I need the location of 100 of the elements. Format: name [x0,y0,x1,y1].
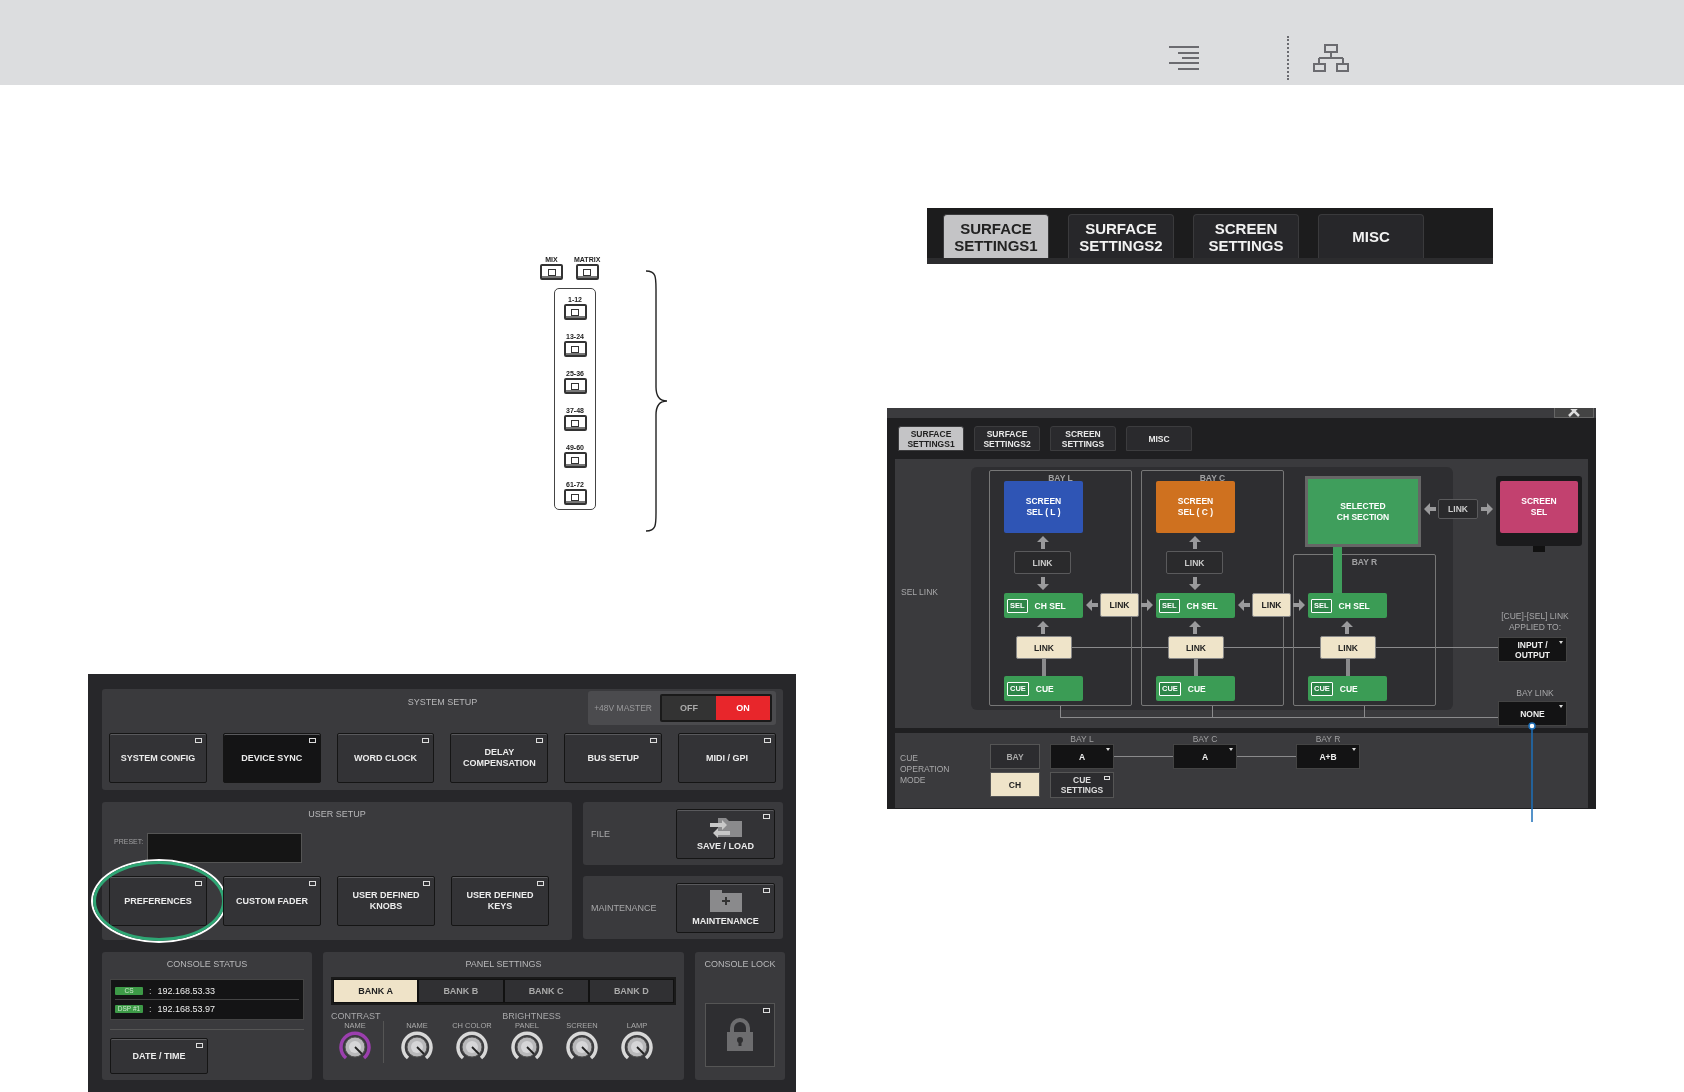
section-title: SYSTEM SETUP [407,697,478,707]
bay-title: BAY C [1198,473,1227,483]
bank-tab[interactable]: BANK D [588,979,674,1003]
key-switch-icon [563,415,587,431]
close-button[interactable] [1554,408,1594,418]
group-label: CONTRAST [331,1011,382,1021]
separator-text: : [149,1003,152,1014]
padlock-icon [726,1018,754,1052]
link-button[interactable]: LINK [1438,499,1478,519]
screen-sel-display: SCREEN SEL [1500,481,1578,533]
dropdown-label: [CUE]-[SEL] LINK APPLIED TO: [1500,611,1570,633]
setup-button[interactable]: WORD CLOCK [336,733,435,783]
setup-button[interactable]: DELAY COMPENSATION [450,733,549,783]
mode-button[interactable]: CH [990,772,1040,797]
maintenance-button[interactable]: MAINTENANCE [676,882,775,933]
key-switch-icon [563,489,587,505]
toggle-option[interactable]: ON [716,696,770,720]
setup-button[interactable]: PREFERENCES [109,876,207,926]
screen-sel-display: SCREEN SEL ( C ) [1156,481,1235,533]
settings-tab[interactable]: SURFACE SETTINGS1 [943,214,1049,258]
right-arrow-icon [1293,599,1305,611]
section-title: CONSOLE LOCK [704,959,776,969]
settings-tab[interactable]: SURFACE SETTINGS2 [974,426,1040,451]
cue-settings-button[interactable]: CUE SETTINGS [1050,772,1114,798]
key-switch-icon [540,264,563,280]
settings-tab[interactable]: SCREEN SETTINGS [1050,426,1116,451]
group-label: BRIGHTNESS [501,1011,562,1021]
section-label: MAINTENANCE [591,902,657,913]
section-label: CUE OPERATION MODE [899,752,951,787]
left-arrow-icon [1424,503,1436,515]
key-switch-icon [563,452,587,468]
settings-tab[interactable]: MISC [1126,426,1192,451]
close-icon [1568,409,1580,417]
settings-tab[interactable]: SURFACE SETTINGS1 [898,426,964,451]
key-switch-icon [563,341,587,357]
date-time-button[interactable]: DATE / TIME [110,1038,208,1074]
file-transfer-icon [707,815,744,838]
bay-title: BAY L [1047,473,1074,483]
align-right-icon[interactable] [1168,44,1200,71]
bank-tab[interactable]: BANK B [418,979,504,1003]
ip-address: 192.168.53.97 [157,1003,216,1014]
setup-button[interactable]: SYSTEM CONFIG [109,733,207,783]
key-switch-icon [563,378,587,394]
bank-tab[interactable]: BANK C [503,979,589,1003]
separator-text: : [149,985,152,996]
link-button[interactable]: LINK [1320,636,1376,659]
setup-button[interactable]: MIDI / GPI [678,733,776,783]
up-arrow-icon [1341,621,1353,634]
up-arrow-icon [1037,621,1049,634]
left-arrow-icon [1238,599,1250,611]
bank-tab[interactable]: BANK A [333,979,419,1003]
hierarchy-icon[interactable] [1313,43,1349,72]
mode-button[interactable]: BAY [990,744,1040,769]
right-arrow-icon [1481,503,1493,515]
selected-ch-section-display: SELECTED CH SECTION [1305,476,1421,547]
down-arrow-icon [1189,577,1201,590]
phantom-label: +48V MASTER [594,703,652,713]
section-title: CONSOLE STATUS [165,959,249,969]
toggle-option[interactable]: OFF [662,696,716,720]
link-button[interactable]: LINK [1100,593,1139,617]
section-title: USER SETUP [307,809,367,819]
key-switch-icon [575,264,599,280]
bay-title: BAY C [1192,734,1218,744]
setup-button[interactable]: DEVICE SYNC [222,733,321,783]
bay-title: BAY R [1350,557,1379,567]
dropdown[interactable]: INPUT / OUTPUT [1498,637,1567,662]
setup-button[interactable]: USER DEFINED KNOBS [337,876,435,926]
link-button[interactable]: LINK [1016,636,1072,659]
down-arrow-icon [1037,577,1049,590]
right-arrow-icon [1141,599,1153,611]
settings-tab[interactable]: SCREEN SETTINGS [1193,214,1299,258]
settings-tab[interactable]: MISC [1318,214,1424,258]
folder-plus-icon [708,888,743,913]
link-button[interactable]: LINK [1014,551,1071,574]
preset-field[interactable] [147,833,303,863]
link-button[interactable]: LINK [1166,551,1223,574]
setup-button[interactable]: CUSTOM FADER [223,876,321,926]
dropdown-label: BAY LINK [1515,688,1555,699]
bay-title: BAY L [1070,734,1094,744]
dropdown[interactable]: A [1050,744,1114,769]
up-arrow-icon [1189,621,1201,634]
up-arrow-icon [1189,536,1201,549]
left-arrow-icon [1086,599,1098,611]
section-label: SEL LINK [901,587,939,599]
dropdown[interactable]: A+B [1296,744,1360,769]
setup-button[interactable]: BUS SETUP [564,733,663,783]
console-lock-button[interactable] [705,1003,775,1067]
link-button[interactable]: LINK [1252,593,1291,617]
settings-tab[interactable]: SURFACE SETTINGS2 [1068,214,1174,258]
dropdown[interactable]: A [1173,744,1237,769]
link-button[interactable]: LINK [1168,636,1224,659]
key-switch-icon [563,304,587,320]
connector-bar [1333,547,1342,593]
save-load-button[interactable]: SAVE / LOAD [676,808,775,859]
setup-button[interactable]: USER DEFINED KEYS [451,876,549,926]
dropdown[interactable]: NONE [1498,701,1567,726]
bay-title: BAY R [1315,734,1341,744]
up-arrow-icon [1037,536,1049,549]
screen-sel-display: SCREEN SEL ( L ) [1004,481,1083,533]
section-label: FILE [591,828,610,839]
